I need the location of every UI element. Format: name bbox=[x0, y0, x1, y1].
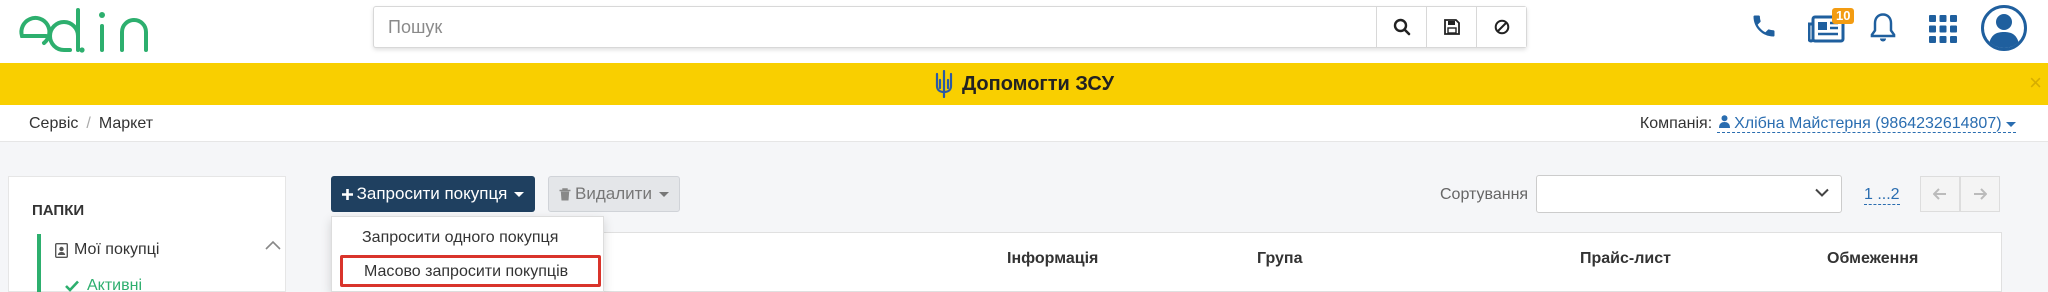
check-icon bbox=[65, 280, 79, 292]
user-avatar-icon bbox=[1981, 5, 2027, 51]
search-button[interactable] bbox=[1376, 7, 1426, 47]
invite-customer-label: Запросити покупця bbox=[356, 184, 508, 203]
folders-title: ПАПКИ bbox=[32, 202, 85, 219]
folder-label: Мої покупці bbox=[74, 241, 160, 258]
sort-select[interactable] bbox=[1536, 175, 1842, 213]
delete-button[interactable]: Видалити bbox=[548, 176, 680, 212]
invite-customer-button[interactable]: Запросити покупця bbox=[331, 176, 535, 212]
user-menu-button[interactable] bbox=[1980, 4, 2028, 52]
active-folder-indicator bbox=[37, 234, 41, 292]
search-icon bbox=[1393, 18, 1410, 36]
company-label: Компанія: bbox=[1639, 115, 1713, 132]
page-numbers[interactable]: 1 ...2 bbox=[1864, 186, 1900, 205]
breadcrumb-item-market: Маркет bbox=[98, 115, 154, 132]
breadcrumb-item-service[interactable]: Сервіс bbox=[29, 115, 78, 132]
company-link[interactable]: Хлібна Майстерня (9864232614807) bbox=[1716, 115, 2016, 133]
folder-item-active[interactable]: Активні bbox=[65, 277, 142, 292]
phone-icon bbox=[1753, 15, 1775, 37]
column-header-pricelist[interactable]: Прайс-лист bbox=[1580, 250, 1671, 268]
save-icon bbox=[1443, 19, 1460, 35]
apps-button[interactable] bbox=[1928, 14, 1958, 44]
search-input[interactable] bbox=[374, 7, 1376, 47]
search-bar bbox=[373, 6, 1527, 48]
breadcrumb-bar: Сервіс / Маркет Компанія: Хлібна Майстерня… bbox=[0, 105, 2048, 142]
folder-item-label: Активні bbox=[87, 277, 143, 292]
plus-icon bbox=[341, 188, 353, 200]
delete-label: Видалити bbox=[575, 184, 652, 203]
caret-down-icon bbox=[514, 191, 525, 197]
next-page-button[interactable] bbox=[1960, 176, 2000, 212]
user-icon bbox=[1718, 115, 1730, 128]
company-name: Хлібна Майстерня (9864232614807) bbox=[1734, 115, 2002, 132]
prev-page-button[interactable] bbox=[1920, 176, 1960, 212]
clear-search-button[interactable] bbox=[1476, 7, 1526, 47]
company-selector: Компанія: Хлібна Майстерня (986423261480… bbox=[1640, 115, 2016, 133]
phone-button[interactable] bbox=[1750, 12, 1778, 40]
banner-text: Допомогти ЗСУ bbox=[961, 72, 1115, 95]
breadcrumb-separator: / bbox=[86, 115, 91, 132]
column-header-info[interactable]: Інформація bbox=[1007, 250, 1098, 268]
contact-card-icon bbox=[55, 242, 68, 258]
notifications-button[interactable] bbox=[1868, 12, 1898, 44]
chevron-up-icon[interactable] bbox=[265, 240, 281, 250]
chevron-down-icon bbox=[1815, 188, 1829, 197]
arrow-left-icon bbox=[1933, 188, 1946, 200]
bell-icon bbox=[1870, 13, 1896, 42]
news-badge: 10 bbox=[1832, 8, 1855, 24]
sort-label: Сортування bbox=[1440, 186, 1529, 203]
highlight-box bbox=[340, 255, 601, 287]
arrow-right-icon bbox=[1974, 188, 1987, 200]
chevron-down-icon bbox=[2006, 122, 2016, 127]
top-header: edin 10 bbox=[0, 0, 2048, 63]
customers-table-header: Інформація Група Прайс-лист Обмеження bbox=[600, 232, 2002, 292]
folder-my-customers[interactable]: Мої покупці bbox=[55, 241, 159, 259]
apps-grid-icon bbox=[1929, 15, 1957, 43]
edin-logo[interactable] bbox=[16, 6, 168, 54]
menu-item-invite-one[interactable]: Запросити одного покупця bbox=[332, 229, 603, 247]
news-button[interactable]: 10 bbox=[1808, 8, 1855, 44]
caret-down-icon bbox=[658, 191, 669, 197]
column-header-restrictions[interactable]: Обмеження bbox=[1827, 250, 1918, 268]
support-banner[interactable]: Допомогти ЗСУ × bbox=[0, 63, 2048, 105]
trash-icon bbox=[559, 187, 571, 200]
column-header-group[interactable]: Група bbox=[1257, 250, 1302, 268]
cancel-icon bbox=[1494, 19, 1509, 35]
save-search-button[interactable] bbox=[1426, 7, 1476, 47]
banner-close-icon[interactable]: × bbox=[2029, 72, 2042, 94]
breadcrumb: Сервіс / Маркет bbox=[29, 115, 153, 133]
trident-icon bbox=[935, 70, 953, 98]
folders-sidebar: ПАПКИ Мої покупці Активні bbox=[8, 176, 286, 292]
